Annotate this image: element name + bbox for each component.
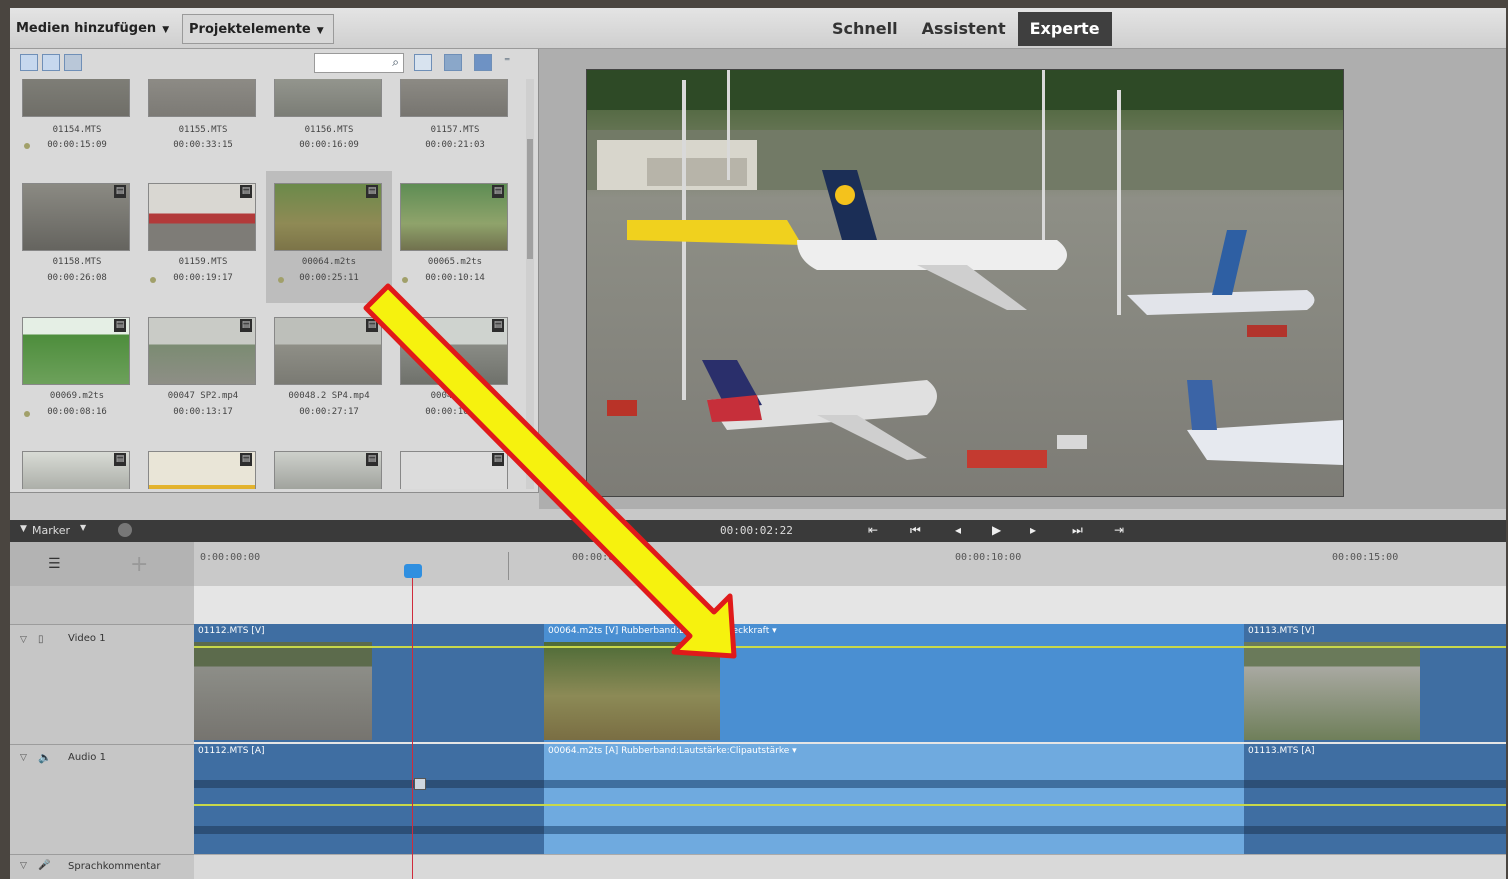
annotation-arrow bbox=[363, 283, 737, 659]
premiere-elements-window: Medien hinzufügen ▼ Projektelemente ▼ Schn… bbox=[10, 8, 1506, 879]
drag-arrow-icon bbox=[363, 283, 737, 659]
window-frame: Medien hinzufügen ▼ Projektelemente ▼ Schn… bbox=[0, 0, 1508, 879]
